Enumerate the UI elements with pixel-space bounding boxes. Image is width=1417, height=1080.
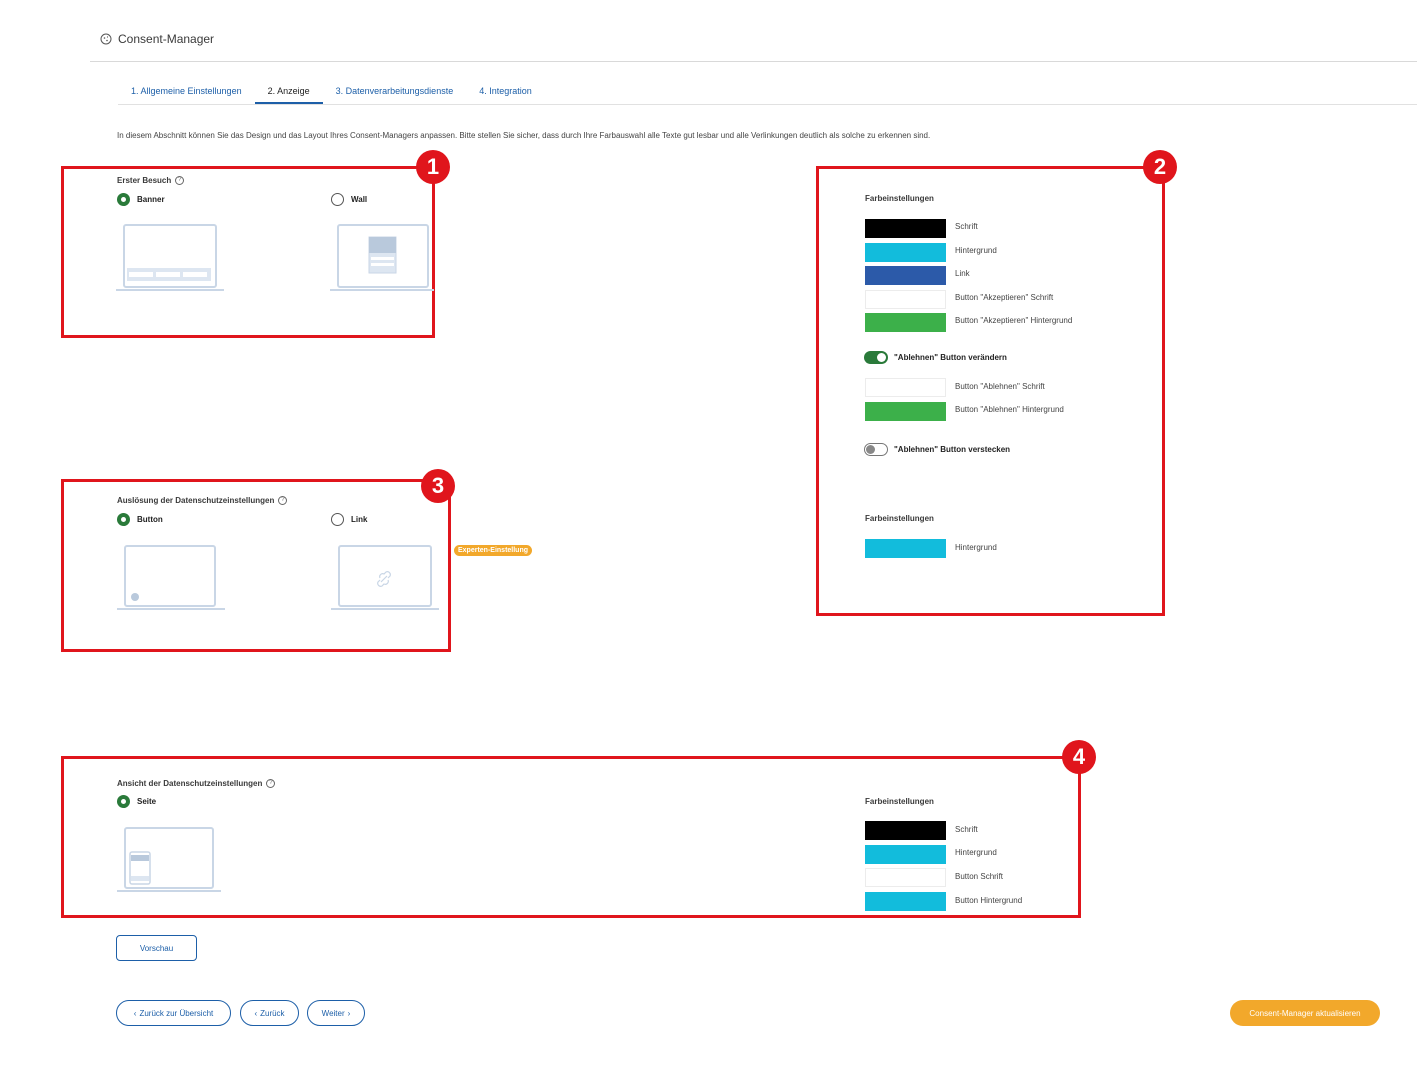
button-label: Zurück: [260, 1008, 285, 1018]
radio-banner[interactable]: Banner: [117, 193, 165, 206]
view-color-heading: Farbeinstellungen: [865, 797, 934, 806]
color-swatch-view-button-font[interactable]: [865, 868, 946, 887]
next-button[interactable]: Weiter ›: [307, 1000, 365, 1026]
color-label: Link: [955, 269, 970, 278]
back-to-overview-button[interactable]: ‹ Zurück zur Übersicht: [116, 1000, 231, 1026]
color-swatch-view-button-background[interactable]: [865, 892, 946, 911]
radio-label: Banner: [137, 195, 165, 204]
trigger-label-text: Auslösung der Datenschutzeinstellungen: [117, 496, 275, 505]
chevron-left-icon: ‹: [254, 1008, 258, 1018]
toggle-label: "Ablehnen" Button verstecken: [894, 445, 1011, 454]
color-swatch-view-font[interactable]: [865, 821, 946, 840]
radio-wall[interactable]: Wall: [331, 193, 367, 206]
tabs-divider: [118, 104, 1417, 105]
color-label: Hintergrund: [955, 246, 997, 255]
color-swatch-trigger-background[interactable]: [865, 539, 946, 558]
radio-label: Link: [351, 515, 368, 524]
first-visit-label: Erster Besuch ?: [117, 176, 185, 185]
trigger-color-heading: Farbeinstellungen: [865, 514, 934, 523]
radio-label: Seite: [137, 797, 157, 806]
radio-label: Wall: [351, 195, 368, 204]
intro-text: In diesem Abschnitt können Sie das Desig…: [117, 131, 931, 140]
color-label: Hintergrund: [955, 848, 997, 857]
radio-button[interactable]: [331, 193, 344, 206]
color-label: Button "Akzeptieren" Schrift: [955, 293, 1054, 302]
annotation-badge-2: 2: [1143, 150, 1177, 184]
radio-button[interactable]: [117, 795, 130, 808]
color-label: Button "Akzeptieren" Hintergrund: [955, 316, 1073, 325]
expert-setting-badge: Experten-Einstellung: [454, 545, 533, 556]
radio-link-trigger[interactable]: Link: [331, 513, 367, 526]
update-consent-manager-button[interactable]: Consent-Manager aktualisieren: [1230, 1000, 1380, 1026]
toggle-hide-reject-row: "Ablehnen" Button verstecken: [864, 443, 1010, 456]
color-label: Button Schrift: [955, 872, 1004, 881]
app-header: Consent-Manager: [100, 30, 214, 48]
radio-button[interactable]: [331, 513, 344, 526]
color-settings-heading: Farbeinstellungen: [865, 194, 934, 203]
color-label: Schrift: [955, 825, 978, 834]
color-label: Button "Ablehnen" Schrift: [955, 382, 1045, 391]
banner-laptop-icon: [116, 224, 224, 291]
page-title: Consent-Manager: [118, 32, 215, 46]
help-icon[interactable]: ?: [266, 779, 276, 788]
preview-button[interactable]: Vorschau: [116, 935, 197, 961]
tab-data-services[interactable]: 3. Datenverarbeitungsdienste: [323, 82, 467, 104]
annotation-badge-4: 4: [1062, 740, 1096, 774]
radio-button[interactable]: [117, 193, 130, 206]
color-label: Button "Ablehnen" Hintergrund: [955, 405, 1064, 414]
tab-integration[interactable]: 4. Integration: [466, 82, 545, 104]
toggle-change-reject[interactable]: [864, 351, 888, 364]
chevron-left-icon: ‹: [133, 1008, 137, 1018]
radio-button[interactable]: [117, 513, 130, 526]
toggle-hide-reject[interactable]: [864, 443, 888, 456]
color-swatch-accept-font[interactable]: [865, 290, 946, 309]
page-view-laptop-icon: [117, 827, 221, 892]
annotation-badge-1: 1: [416, 150, 450, 184]
trigger-label: Auslösung der Datenschutzeinstellungen ?: [117, 496, 288, 505]
first-visit-label-text: Erster Besuch: [117, 176, 172, 185]
radio-label: Button: [137, 515, 163, 524]
annotation-badge-3: 3: [421, 469, 455, 503]
tab-general-settings[interactable]: 1. Allgemeine Einstellungen: [118, 82, 255, 104]
color-swatch-background[interactable]: [865, 243, 946, 262]
tab-display[interactable]: 2. Anzeige: [254, 82, 323, 104]
tab-bar: 1. Allgemeine Einstellungen 2. Anzeige 3…: [118, 82, 545, 104]
color-swatch-reject-font[interactable]: [865, 378, 946, 397]
color-swatch-accept-background[interactable]: [865, 313, 946, 332]
view-label: Ansicht der Datenschutzeinstellungen ?: [117, 779, 276, 788]
help-icon[interactable]: ?: [278, 496, 288, 505]
button-label: Weiter: [321, 1008, 345, 1018]
button-trigger-laptop-icon: [117, 545, 225, 610]
wall-laptop-icon: [330, 224, 434, 291]
color-label: Hintergrund: [955, 543, 997, 552]
toggle-label: "Ablehnen" Button verändern: [894, 353, 1007, 362]
link-trigger-laptop-icon: [331, 545, 439, 610]
cookie-icon: [100, 33, 112, 45]
view-label-text: Ansicht der Datenschutzeinstellungen: [117, 779, 263, 788]
radio-page-view[interactable]: Seite: [117, 795, 156, 808]
help-icon[interactable]: ?: [175, 176, 185, 185]
back-button[interactable]: ‹ Zurück: [240, 1000, 299, 1026]
color-swatch-reject-background[interactable]: [865, 402, 946, 421]
chevron-right-icon: ›: [347, 1008, 351, 1018]
radio-button-trigger[interactable]: Button: [117, 513, 163, 526]
color-swatch-link[interactable]: [865, 266, 946, 285]
header-divider: [90, 61, 1417, 62]
color-swatch-font[interactable]: [865, 219, 946, 238]
color-label: Button Hintergrund: [955, 896, 1023, 905]
color-swatch-view-background[interactable]: [865, 845, 946, 864]
color-label: Schrift: [955, 222, 978, 231]
button-label: Zurück zur Übersicht: [139, 1008, 214, 1018]
toggle-change-reject-row: "Ablehnen" Button verändern: [864, 351, 1007, 364]
